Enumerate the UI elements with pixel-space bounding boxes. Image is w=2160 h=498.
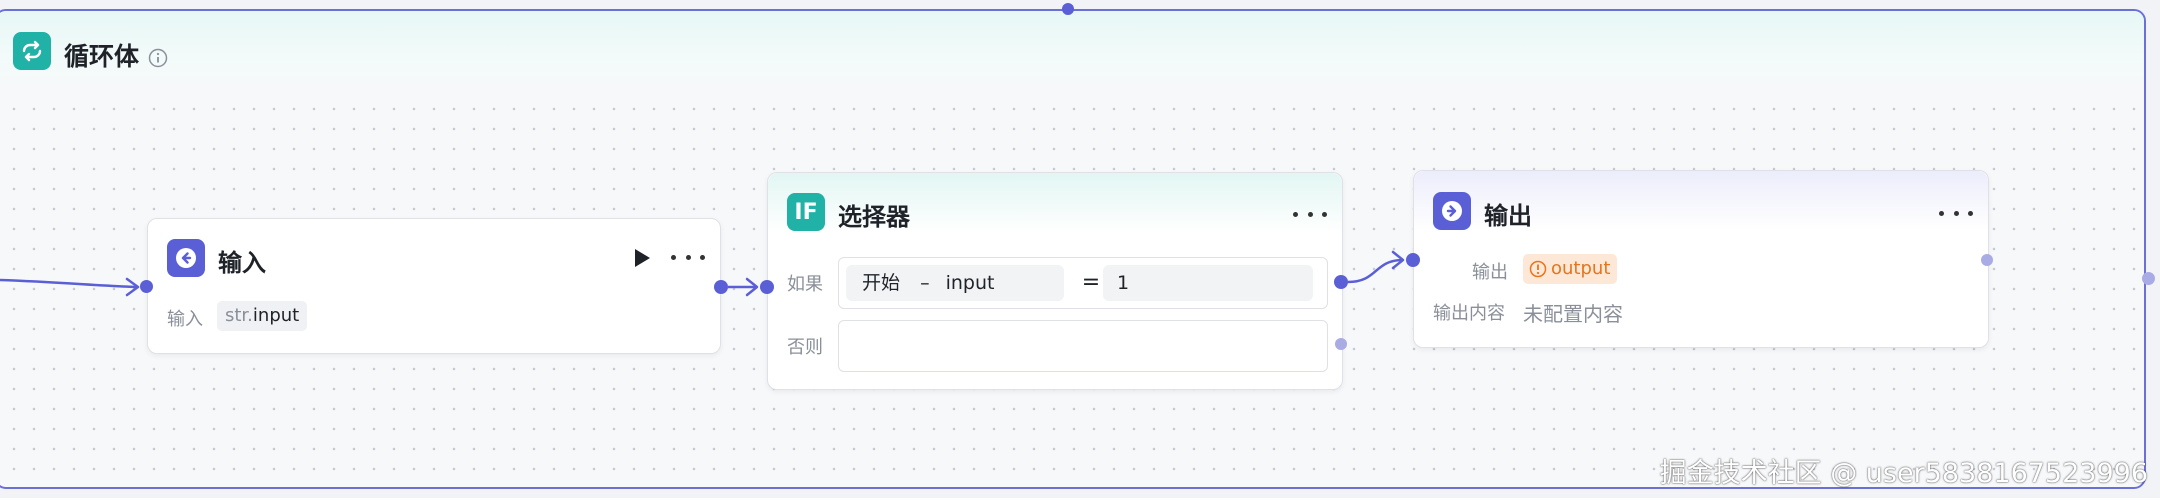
selector-if-out-port[interactable]	[1334, 275, 1348, 289]
loop-top-port[interactable]	[1062, 3, 1074, 15]
more-icon[interactable]	[1293, 204, 1327, 224]
info-icon[interactable]	[148, 48, 168, 68]
more-icon[interactable]	[671, 247, 705, 267]
warning-icon	[1529, 260, 1547, 278]
run-icon[interactable]	[633, 248, 653, 268]
output-tag-text: output	[1551, 258, 1611, 279]
if-icon: IF	[787, 193, 825, 231]
output-content-value: 未配置内容	[1523, 302, 1623, 326]
output-variable-tag[interactable]: output	[1523, 254, 1618, 284]
if-condition-box[interactable]: 开始 – input = 1	[838, 257, 1328, 309]
loop-icon	[13, 32, 51, 70]
loop-title: 循环体	[64, 42, 140, 71]
watermark: 掘金技术社区 @ user5838167523996	[1659, 458, 2148, 489]
input-node[interactable]: 输入 输入 str.input	[147, 218, 721, 354]
condition-source: 开始	[862, 272, 901, 294]
loop-header	[0, 11, 2144, 91]
input-variable-tag: str.input	[217, 301, 308, 331]
output-node[interactable]: 输出 输出 output 输出内容 未配置内容	[1413, 170, 1989, 348]
selector-else-out-port[interactable]	[1335, 338, 1347, 350]
condition-variable: input	[945, 272, 995, 294]
condition-separator: –	[920, 272, 930, 294]
output-in-port[interactable]	[1406, 253, 1420, 267]
else-label: 否则	[787, 337, 823, 358]
loop-right-port[interactable]	[2142, 272, 2155, 285]
input-node-icon	[167, 239, 205, 277]
selector-node[interactable]: IF 选择器 如果 开始 – input = 1 否则	[767, 172, 1343, 390]
selector-in-port[interactable]	[760, 280, 774, 294]
output-node-icon	[1433, 192, 1471, 230]
output-out-port[interactable]	[1981, 254, 1993, 266]
selector-node-title: 选择器	[838, 203, 910, 231]
condition-left-operand[interactable]: 开始 – input	[846, 265, 1064, 301]
output-content-label: 输出内容	[1433, 303, 1505, 324]
condition-right-value[interactable]: 1	[1103, 265, 1313, 301]
if-label: 如果	[787, 274, 823, 295]
input-field-label: 输入	[167, 309, 203, 330]
type-prefix: str.	[225, 305, 253, 326]
input-node-in-port[interactable]	[140, 280, 153, 293]
input-node-title: 输入	[218, 249, 266, 277]
more-icon[interactable]	[1939, 203, 1973, 223]
output-node-title: 输出	[1484, 202, 1532, 230]
output-label: 输出	[1472, 262, 1508, 283]
input-node-out-port[interactable]	[714, 280, 728, 294]
variable-name: input	[252, 305, 300, 326]
else-branch-box[interactable]	[838, 320, 1328, 372]
